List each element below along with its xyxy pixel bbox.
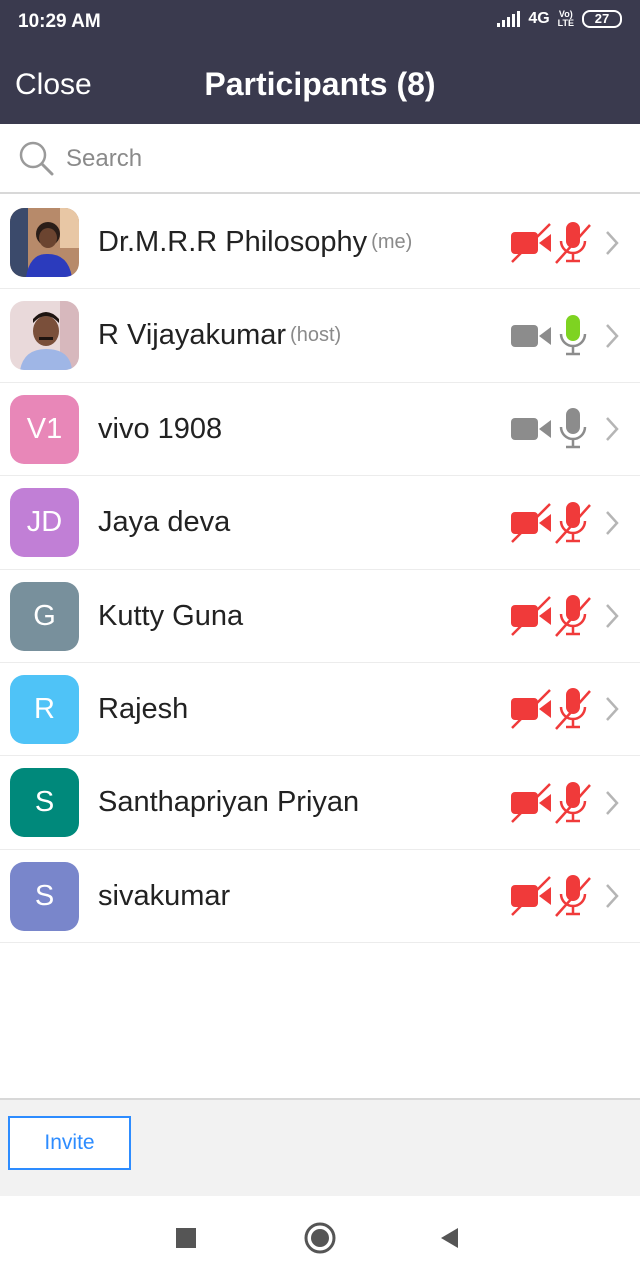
participant-status-icons (510, 383, 622, 476)
avatar: S (10, 768, 79, 838)
participant-role-tag: (me) (371, 231, 413, 253)
system-nav-bar (0, 1196, 640, 1280)
participant-status-icons (510, 850, 622, 943)
participant-name-wrap: Dr.M.R.R Philosophy (me) (98, 196, 412, 289)
participant-name-wrap: Jaya deva (98, 476, 230, 569)
participant-name: Rajesh (98, 692, 189, 725)
participant-row[interactable]: R Vijayakumar (host) (0, 289, 640, 383)
participant-row[interactable]: R Rajesh (0, 663, 640, 757)
battery-icon: 27 (582, 10, 622, 28)
status-time: 10:29 AM (18, 11, 101, 32)
mic-muted-icon (555, 875, 591, 918)
triangle-back-icon[interactable] (432, 1220, 468, 1256)
participant-name: Kutty Guna (98, 599, 244, 632)
chevron-right-icon[interactable] (602, 508, 622, 538)
invite-button[interactable]: Invite (8, 1116, 131, 1170)
participant-name: Santhapriyan Priyan (98, 786, 360, 819)
avatar (10, 208, 79, 277)
mic-muted-icon (555, 781, 591, 824)
participant-row[interactable]: S Santhapriyan Priyan (0, 756, 640, 850)
chevron-right-icon[interactable] (602, 321, 622, 351)
participant-row[interactable]: Dr.M.R.R Philosophy (me) (0, 196, 640, 290)
participant-status-icons (510, 756, 622, 849)
mic-muted-icon (555, 595, 591, 637)
participant-list: Dr.M.R.R Philosophy (me) R Vijayakumar (hos… (0, 196, 640, 944)
participant-row[interactable]: JD Jaya deva (0, 476, 640, 570)
participant-name: Jaya deva (98, 506, 231, 539)
mic-muted-icon (555, 501, 591, 544)
chevron-right-icon[interactable] (602, 694, 622, 724)
participant-row[interactable]: Ssivakumar (0, 850, 640, 944)
signal-icon (497, 11, 521, 27)
participant-row[interactable]: G Kutty Guna (0, 570, 640, 663)
participant-status-icons (510, 476, 622, 569)
mic-muted-icon (555, 688, 591, 731)
network-type: 4G (528, 10, 550, 27)
mic-muted-icon (555, 221, 591, 264)
participant-status-icons (510, 289, 622, 382)
avatar: S (10, 861, 79, 931)
chevron-right-icon[interactable] (602, 414, 622, 444)
header: Close Participants (8) (0, 44, 640, 124)
page-title: Participants (8) (204, 66, 436, 102)
video-off-icon (511, 502, 551, 543)
participant-name: R Vijayakumar (98, 319, 287, 352)
participant-name: sivakumar (98, 879, 231, 912)
participant-name-wrap: vivo 1908 (98, 383, 222, 476)
participant-name-wrap: Santhapriyan Priyan (98, 756, 359, 849)
search-icon (19, 141, 54, 176)
status-bar: 10:29 AM 4G Vo) LTE 27 (0, 0, 640, 44)
video-off-icon (511, 876, 551, 917)
status-icons: 4G Vo) LTE 27 (497, 10, 622, 28)
video-off-icon (511, 222, 551, 263)
video-camera-icon (511, 418, 551, 441)
participant-name-wrap: R Vijayakumar (host) (98, 289, 341, 382)
video-camera-icon (511, 324, 551, 347)
chevron-right-icon[interactable] (602, 228, 622, 258)
square-recents-icon[interactable] (168, 1220, 204, 1256)
participant-name: Dr.M.R.R Philosophy (98, 226, 368, 258)
avatar: V1 (10, 394, 79, 464)
participant-name-wrap: Kutty Guna (98, 570, 243, 663)
circle-home-icon[interactable] (302, 1220, 338, 1256)
microphone-icon (559, 314, 587, 356)
search-bar (0, 124, 640, 194)
participant-name-wrap: sivakumar (98, 850, 230, 943)
video-off-icon (511, 689, 551, 730)
avatar: R (10, 674, 79, 744)
participant-status-icons (510, 663, 622, 756)
participant-status-icons (510, 196, 622, 289)
chevron-right-icon[interactable] (602, 881, 622, 911)
video-off-icon (511, 596, 551, 636)
participant-name: vivo 1908 (98, 412, 223, 445)
participant-name-wrap: Rajesh (98, 663, 188, 756)
avatar: JD (10, 488, 79, 558)
avatar (10, 301, 79, 371)
chevron-right-icon[interactable] (602, 788, 622, 818)
avatar: G (10, 581, 79, 651)
participant-role-tag: (host) (290, 324, 342, 347)
participant-status-icons (510, 570, 622, 663)
video-off-icon (511, 782, 551, 823)
volte-icon: Vo) LTE (557, 9, 574, 28)
microphone-icon (559, 408, 587, 449)
participant-row[interactable]: V1 vivo 1908 (0, 383, 640, 477)
chevron-right-icon[interactable] (602, 601, 622, 631)
search-input[interactable] (66, 141, 606, 177)
bottom-bar: Invite (0, 1098, 640, 1196)
